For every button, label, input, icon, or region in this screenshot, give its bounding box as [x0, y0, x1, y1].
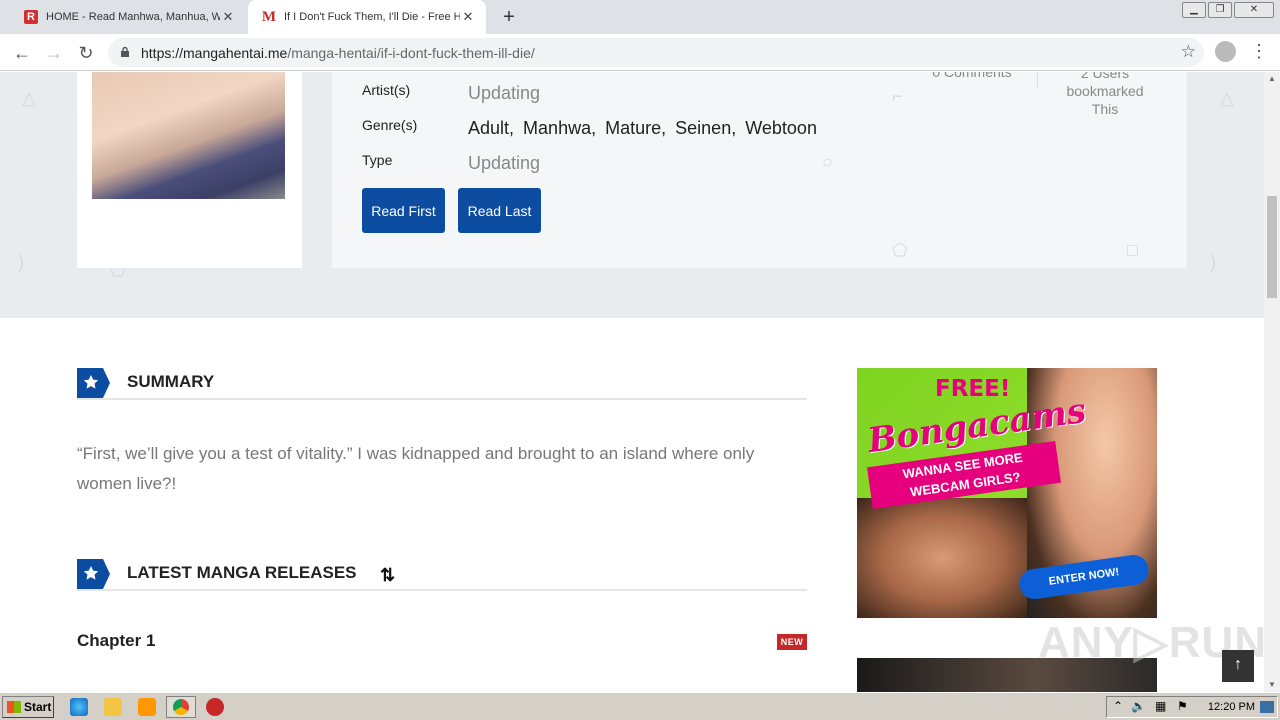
- square-deco-icon: □: [1127, 240, 1138, 260]
- genre-link[interactable]: Manhwa,: [523, 118, 596, 138]
- browser-tabbar: R HOME - Read Manhwa, Manhua, Webtoon ✕ …: [0, 0, 1280, 34]
- ad-photo-left: [857, 498, 1027, 618]
- chrome-taskbar-button[interactable]: [166, 696, 196, 718]
- address-bar[interactable]: https://mangahentai.me/manga-hentai/if-i…: [108, 38, 1204, 67]
- triangle-deco-icon: △: [1220, 88, 1234, 108]
- cover-card: [77, 72, 302, 268]
- browser-menu-icon[interactable]: ⋮: [1250, 41, 1268, 63]
- system-clock: 12:20 PM: [1207, 701, 1255, 713]
- latest-releases-heading: LATEST MANGA RELEASES: [77, 559, 807, 591]
- windows-logo-icon: [7, 701, 21, 713]
- scroll-up-arrow-icon[interactable]: ▲: [1264, 72, 1280, 86]
- profile-avatar-icon[interactable]: [1215, 41, 1236, 62]
- windows-taskbar: Start ⌃ 🔈 ▦ ⚑ 12:20 PM: [0, 692, 1280, 720]
- manga-info-card: ○ ⌐ ⬠ □ 0 Comments 2 Users bookmarked Th…: [332, 72, 1187, 268]
- read-last-button[interactable]: Read Last: [458, 188, 541, 233]
- file-explorer-icon[interactable]: [104, 698, 122, 716]
- type-label: Type: [362, 152, 393, 168]
- ad-free-text: FREE!: [935, 376, 1011, 402]
- type-value: Updating: [468, 153, 541, 173]
- circle-deco-icon: ○: [822, 152, 833, 172]
- bookmark-star-icon[interactable]: ☆: [1181, 42, 1196, 62]
- new-tab-button[interactable]: +: [498, 6, 520, 28]
- chrome-icon: [173, 699, 189, 715]
- genre-link[interactable]: Seinen,: [675, 118, 736, 138]
- media-player-icon[interactable]: [138, 698, 156, 716]
- star-badge-icon: [77, 559, 110, 589]
- close-tab-icon[interactable]: ✕: [460, 9, 476, 25]
- internet-explorer-icon[interactable]: [70, 698, 88, 716]
- page-scrollbar[interactable]: ▲ ▼: [1264, 72, 1280, 692]
- flag-icon[interactable]: ⚑: [1177, 699, 1188, 713]
- triangle-deco-icon: △: [22, 88, 36, 108]
- genre-link[interactable]: Webtoon: [745, 118, 817, 138]
- new-badge: NEW: [777, 634, 807, 650]
- artist-value: Updating: [468, 83, 541, 103]
- section-title: SUMMARY: [127, 372, 215, 391]
- genre-label: Genre(s): [362, 117, 418, 133]
- genre-link[interactable]: Adult,: [468, 118, 514, 138]
- tab-title: HOME - Read Manhwa, Manhua, Webtoon: [46, 11, 220, 23]
- summary-text: “First, we’ll give you a test of vitalit…: [77, 444, 755, 493]
- summary-heading: SUMMARY: [77, 368, 807, 400]
- arc-deco-icon: ): [18, 252, 24, 272]
- scrollbar-thumb[interactable]: [1267, 196, 1277, 298]
- tab-manga[interactable]: M If I Don't Fuck Them, I'll Die - Free …: [248, 0, 486, 34]
- genre-link[interactable]: Mature,: [605, 118, 666, 138]
- comments-count[interactable]: 0 Comments: [922, 72, 1022, 80]
- arc-deco-icon: ): [1210, 252, 1216, 272]
- opera-icon[interactable]: [206, 698, 224, 716]
- section-title: LATEST MANGA RELEASES: [127, 563, 357, 582]
- tab-home[interactable]: R HOME - Read Manhwa, Manhua, Webtoon ✕: [10, 0, 246, 34]
- genre-list: Adult, Manhwa, Mature, Seinen, Webtoon: [468, 118, 821, 139]
- stats-divider: [1037, 72, 1038, 88]
- tray-expand-icon[interactable]: ⌃: [1113, 699, 1123, 713]
- close-tab-icon[interactable]: ✕: [220, 9, 236, 25]
- manga-cover-image[interactable]: [92, 72, 285, 199]
- restore-window-button[interactable]: ❐: [1208, 2, 1232, 18]
- advertisement-banner[interactable]: FREE! Bongacams WANNA SEE MORE WEBCAM GI…: [857, 368, 1157, 618]
- scroll-to-top-button[interactable]: ↑: [1222, 650, 1254, 682]
- artist-label: Artist(s): [362, 82, 411, 98]
- manga-site-favicon-icon: R: [24, 10, 38, 24]
- bookmark-count: 2 Users bookmarked This: [1066, 72, 1144, 117]
- browser-toolbar: ← → ↻ https://mangahentai.me/manga-henta…: [0, 34, 1280, 71]
- back-arrow-icon[interactable]: ←: [10, 41, 34, 65]
- start-button[interactable]: Start: [2, 696, 54, 718]
- manga-hero-section: △ △ ⬠ ) ) ○ ⌐ ⬠ □ 0 Comments 2 Users boo…: [0, 72, 1264, 318]
- scroll-down-arrow-icon[interactable]: ▼: [1264, 678, 1280, 692]
- sort-order-icon[interactable]: ⇅: [380, 565, 395, 586]
- close-window-button[interactable]: ✕: [1234, 2, 1274, 18]
- url-text: https://mangahentai.me/manga-hentai/if-i…: [141, 45, 535, 61]
- minimize-window-button[interactable]: ▁: [1182, 2, 1206, 18]
- gmail-style-m-favicon-icon: M: [261, 8, 277, 25]
- lock-icon: [121, 46, 129, 57]
- star-badge-icon: [77, 368, 110, 398]
- system-tray: ⌃ 🔈 ▦ ⚑ 12:20 PM: [1106, 696, 1278, 718]
- forward-arrow-icon[interactable]: →: [42, 41, 66, 65]
- reload-icon[interactable]: ↻: [74, 41, 98, 65]
- chapter-link[interactable]: Chapter 1: [77, 631, 155, 651]
- pentagon-deco-icon: ⬠: [892, 240, 908, 260]
- network-icon[interactable]: ▦: [1155, 699, 1166, 713]
- volume-icon[interactable]: 🔈: [1131, 699, 1146, 713]
- read-first-button[interactable]: Read First: [362, 188, 445, 233]
- tab-title: If I Don't Fuck Them, I'll Die - Free H: [284, 11, 460, 23]
- page-viewport: △ △ ⬠ ) ) ○ ⌐ ⬠ □ 0 Comments 2 Users boo…: [0, 72, 1264, 692]
- zigzag-deco-icon: ⌐: [892, 86, 903, 106]
- show-desktop-icon[interactable]: [1260, 701, 1274, 713]
